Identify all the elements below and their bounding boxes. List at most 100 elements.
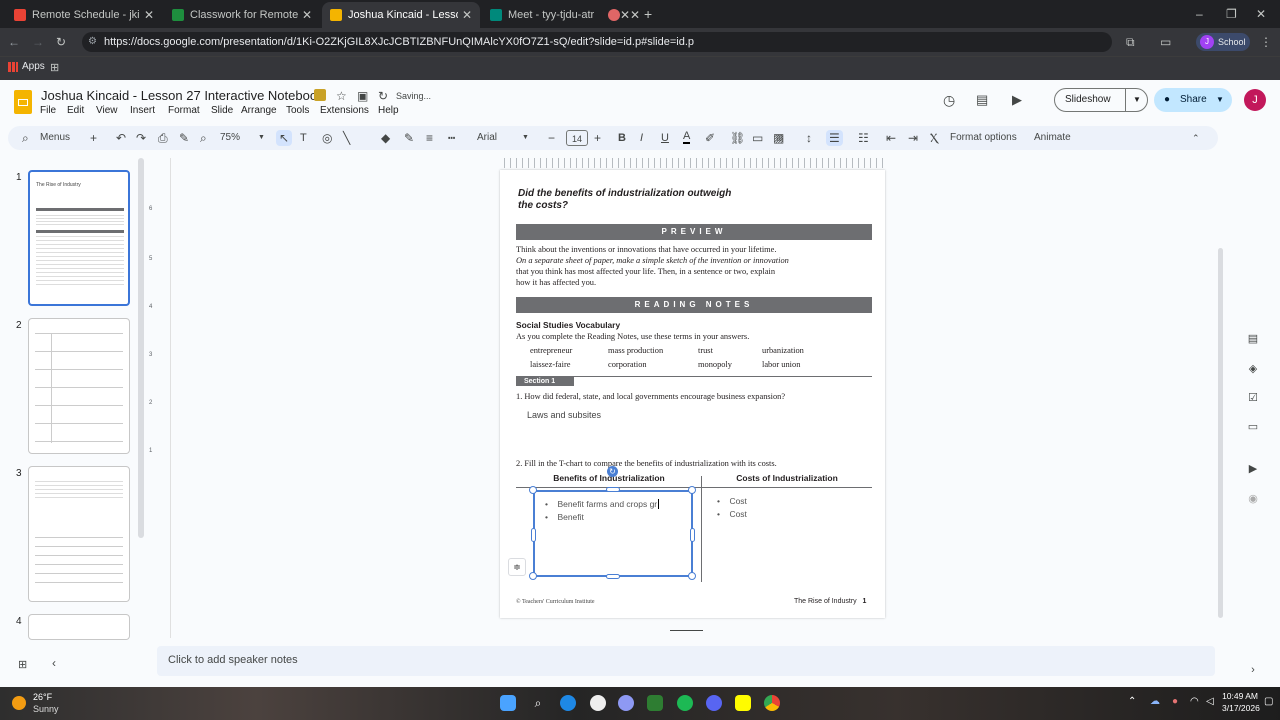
- underline-icon[interactable]: U: [661, 130, 669, 146]
- move-folder-icon[interactable]: ▣: [357, 88, 368, 104]
- zoom-icon[interactable]: ⌕: [200, 130, 207, 146]
- redo-icon[interactable]: ↷: [136, 130, 146, 146]
- border-color-icon[interactable]: ✎: [404, 130, 414, 146]
- collapse-side-panel-icon[interactable]: ›: [1246, 664, 1260, 676]
- menu-arrange[interactable]: Arrange: [241, 105, 286, 116]
- clear-formatting-icon[interactable]: Ⲭ: [930, 130, 938, 146]
- share-button[interactable]: ● Share ▼: [1154, 88, 1232, 112]
- slideshow-button[interactable]: Slideshow ▼: [1054, 88, 1148, 112]
- menu-extensions[interactable]: Extensions: [320, 105, 378, 116]
- menu-tools[interactable]: Tools: [286, 105, 320, 116]
- start-icon[interactable]: [500, 695, 516, 711]
- document-title[interactable]: Joshua Kincaid - Lesson 27 Interactive N…: [41, 88, 324, 103]
- profile-button[interactable]: J School: [1196, 33, 1250, 51]
- tab-slides-active[interactable]: Joshua Kincaid - Lesson 27 Inte ✕: [322, 2, 480, 28]
- resize-handle[interactable]: [688, 486, 696, 494]
- search-icon[interactable]: ⌕: [530, 695, 546, 711]
- star-icon[interactable]: ☆: [336, 88, 347, 104]
- menu-format[interactable]: Format: [168, 105, 211, 116]
- weather-sun-icon[interactable]: [12, 696, 26, 710]
- back-icon[interactable]: ←: [8, 34, 20, 50]
- chevron-down-icon[interactable]: ▼: [1216, 88, 1224, 112]
- tab-groups-icon[interactable]: ⊞: [50, 60, 59, 76]
- slide-thumbnail-1[interactable]: The Rise of Industry: [28, 170, 130, 306]
- numbered-list-icon[interactable]: ☷: [858, 130, 869, 146]
- slide-page[interactable]: Did the benefits of industrialization ou…: [500, 170, 885, 618]
- weather-condition[interactable]: Sunny: [33, 704, 59, 714]
- fill-color-icon[interactable]: ◆: [381, 130, 390, 146]
- paint-format-icon[interactable]: ✎: [179, 130, 189, 146]
- line-icon[interactable]: ╲: [343, 130, 350, 146]
- onedrive-icon[interactable]: ☁: [1150, 696, 1160, 707]
- decrease-indent-icon[interactable]: ⇤: [886, 130, 896, 146]
- filmstrip-scrollbar[interactable]: [138, 158, 144, 538]
- new-tab-icon[interactable]: +: [644, 6, 652, 22]
- image-icon[interactable]: ◎: [322, 130, 332, 146]
- close-icon[interactable]: ✕: [144, 8, 154, 22]
- url-bar[interactable]: ⚙ https://docs.google.com/presentation/d…: [82, 32, 1112, 52]
- account-avatar[interactable]: J: [1244, 89, 1266, 111]
- cost-item[interactable]: • Cost: [717, 496, 747, 506]
- close-icon[interactable]: ✕: [462, 8, 472, 22]
- bulleted-list-icon[interactable]: ☰: [826, 130, 843, 146]
- clock-time[interactable]: 10:49 AM: [1222, 691, 1258, 701]
- animate-button[interactable]: Animate: [1034, 130, 1071, 146]
- chrome-icon[interactable]: [764, 695, 780, 711]
- reload-icon[interactable]: ↻: [56, 34, 66, 50]
- app-icon[interactable]: [647, 695, 663, 711]
- spotify-icon[interactable]: [677, 695, 693, 711]
- new-slide-icon[interactable]: +: [90, 130, 97, 146]
- border-dash-icon[interactable]: ┅: [448, 130, 455, 146]
- menu-slide[interactable]: Slide: [211, 105, 241, 116]
- chevron-down-icon[interactable]: ▼: [258, 130, 265, 146]
- minimize-icon[interactable]: –: [1196, 6, 1203, 22]
- chevron-up-icon[interactable]: ⌃: [1128, 696, 1136, 707]
- tab-remote-schedule[interactable]: Remote Schedule - jkincaid@... ✕: [6, 2, 162, 28]
- slide-thumbnail-3[interactable]: [28, 466, 130, 602]
- add-comment-icon[interactable]: ▭: [752, 130, 763, 146]
- answer-1-textbox[interactable]: Laws and subsites: [527, 410, 601, 420]
- obs-icon[interactable]: [618, 695, 634, 711]
- search-menus-input[interactable]: Menus: [40, 130, 70, 146]
- rotate-handle-icon[interactable]: ↻: [607, 466, 618, 477]
- text-box-icon[interactable]: T: [300, 130, 307, 146]
- edge-icon[interactable]: [560, 695, 576, 711]
- resize-handle[interactable]: [690, 528, 695, 542]
- text-options-icon[interactable]: ≑: [508, 558, 526, 576]
- speaker-notes[interactable]: Click to add speaker notes: [157, 646, 1215, 676]
- search-icon[interactable]: ⌕: [22, 130, 29, 146]
- slide-thumbnail-2[interactable]: [28, 318, 130, 454]
- comments-icon[interactable]: ▤: [976, 92, 988, 108]
- discord-icon[interactable]: [706, 695, 722, 711]
- chevron-down-icon[interactable]: ▼: [522, 130, 529, 146]
- resize-handle[interactable]: [531, 528, 536, 542]
- link-icon[interactable]: ⛓: [730, 130, 745, 146]
- site-info-icon[interactable]: ⚙: [88, 32, 97, 52]
- canvas-scrollbar[interactable]: [1218, 248, 1223, 618]
- slides-logo-icon[interactable]: [14, 90, 32, 114]
- menu-edit[interactable]: Edit: [67, 105, 96, 116]
- menu-insert[interactable]: Insert: [130, 105, 168, 116]
- menu-view[interactable]: View: [96, 105, 130, 116]
- bold-icon[interactable]: B: [618, 130, 626, 146]
- print-icon[interactable]: ⎙: [158, 130, 168, 146]
- resize-handle[interactable]: [529, 486, 537, 494]
- apps-link[interactable]: Apps: [22, 61, 45, 72]
- increase-font-size-icon[interactable]: +: [594, 130, 601, 146]
- resize-handle[interactable]: [688, 572, 696, 580]
- chevron-down-icon[interactable]: ▼: [1125, 89, 1141, 111]
- close-icon[interactable]: ✕: [630, 8, 640, 22]
- window-close-icon[interactable]: ✕: [1256, 6, 1266, 22]
- tasks-icon[interactable]: ☑: [1246, 391, 1260, 404]
- snapchat-icon[interactable]: [735, 695, 751, 711]
- tab-classwork[interactable]: Classwork for Remote - Josh K ✕: [164, 2, 320, 28]
- weather-temp[interactable]: 26°F: [33, 692, 52, 702]
- benefits-textbox[interactable]: • Benefit farms and crops gr • Benefit: [533, 490, 693, 577]
- menu-help[interactable]: Help: [378, 105, 408, 116]
- cost-item[interactable]: • Cost: [717, 509, 747, 519]
- resize-handle[interactable]: [606, 574, 620, 579]
- collapse-filmstrip-icon[interactable]: ‹: [52, 656, 56, 670]
- italic-icon[interactable]: I: [640, 130, 643, 146]
- decrease-font-size-icon[interactable]: −: [548, 130, 555, 146]
- notes-panel-icon[interactable]: ▤: [1246, 332, 1260, 345]
